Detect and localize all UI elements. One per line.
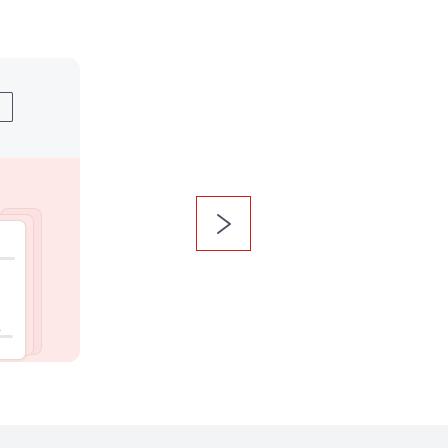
preview-card[interactable] [0,58,80,362]
next-button[interactable] [196,196,251,251]
stacked-card-front [0,220,26,360]
placeholder-line [0,335,13,338]
chevron-right-icon [214,212,234,236]
placeholder-line [0,329,1,332]
bottom-bar [0,425,448,448]
page [0,0,448,448]
rectangle-outline-icon [0,92,13,122]
stacked-cards-icon [0,208,46,360]
placeholder-line [0,257,15,260]
card-header-area [0,58,80,158]
